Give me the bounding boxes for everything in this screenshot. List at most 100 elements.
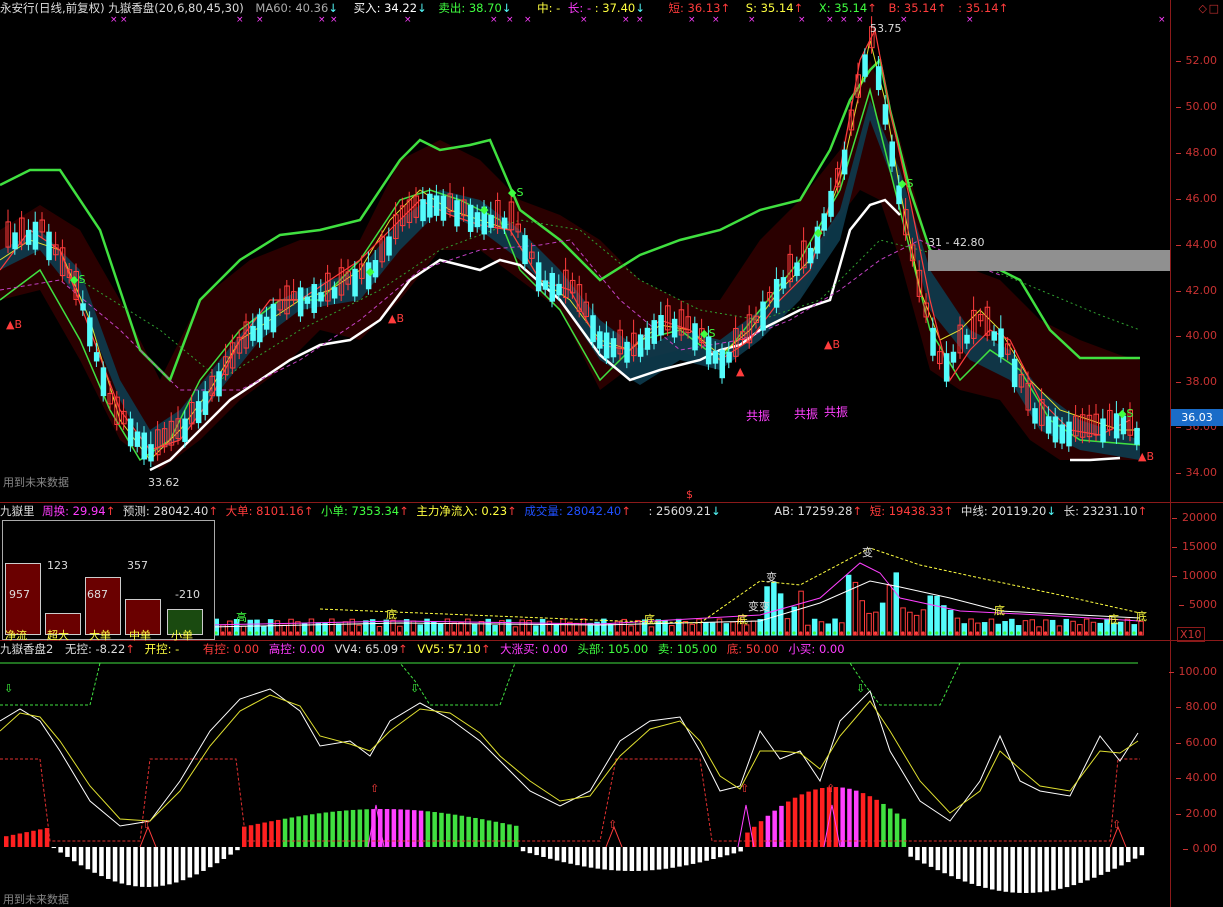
osc-bar [1078,847,1083,883]
osc-bar [561,847,567,863]
volume-bar [941,605,947,636]
volume-bar [947,609,954,636]
osc-bar [908,847,913,857]
svg-text:×: × [636,15,644,25]
osc-bar [731,847,737,854]
osc-bar [915,847,920,861]
svg-text:◆S: ◆S [1118,407,1133,420]
svg-text:⇩: ⇩ [410,682,419,695]
osc-bar [262,822,267,847]
osc-bar [901,818,907,847]
osc-bar [201,847,206,871]
osc-bar [337,811,342,847]
osc-bar [51,847,57,849]
future-data-note: 用到未来数据 [3,476,69,489]
svg-text:×: × [580,15,588,25]
osc-bar [85,847,91,870]
oscillator-chart-svg[interactable]: ⇩ ⇩ ⇩ ⇧ ⇧ ⇧ ⇧ ⇧ ⇧ [0,641,1171,907]
osc-bar [187,847,193,878]
osc-bar [813,789,818,847]
svg-text:⇩: ⇩ [856,682,865,695]
osc-bar [1098,847,1104,875]
osc-bar [221,847,227,859]
osc-bar [1003,847,1009,892]
osc-bar [629,847,635,871]
osc-bar [704,847,709,861]
osc-bar [690,847,696,864]
osc-bar [956,847,961,879]
osc-bar [1132,847,1138,859]
osc-bar [928,847,934,867]
svg-text:▲B: ▲B [388,312,404,325]
osc-bar [616,847,621,871]
volume-bar [920,609,927,636]
osc-bar [194,847,199,875]
svg-text:×: × [330,15,338,25]
osc-bar [289,817,295,847]
svg-text:×: × [318,15,326,25]
osc-bar [962,847,968,882]
svg-text:◆S: ◆S [700,327,715,340]
osc-bar [996,847,1002,891]
osc-bar [942,847,947,874]
osc-bar [575,847,580,866]
oscillator-pane[interactable]: 九嶽香盘2 无控: -8.22↑ 开控: - 有控: 0.00 高控: 0.00… [0,641,1223,907]
svg-text:×: × [506,15,514,25]
svg-text:×: × [1158,15,1166,25]
osc-bar [473,817,478,847]
osc-bar [894,813,900,847]
price-chart-svg[interactable]: 31 - 42.80 × × × × × × × × × × × × × × × × × × × × × × × ▲… [0,0,1171,502]
osc-bar [344,810,349,847]
svg-text:◆S: ◆S [898,177,913,190]
osc-bar [214,847,220,864]
osc-bar [847,788,852,847]
osc-bar [582,847,587,867]
high-price-label: 53.75 [870,22,902,35]
volume-bar [893,572,899,636]
volume-pane[interactable]: 九嶽里 周换: 29.94↑ 预测: 28042.40↑ 大单: 8101.16… [0,503,1223,642]
svg-text:⇧: ⇧ [142,818,151,831]
volume-bar [771,582,777,636]
osc-bar [548,847,553,859]
osc-bar [786,801,791,847]
osc-future-note: 用到未来数据 [3,893,69,906]
svg-text:⇧: ⇧ [740,782,749,795]
osc-bar [677,847,682,867]
osc-bar [310,814,315,847]
osc-bar [745,832,750,847]
osc-bar [1085,847,1090,881]
price-chart-pane[interactable]: 永安行(日线,前复权) 九嶽香盘(20,6,80,45,30) MA60: 40… [0,0,1223,503]
price-axis: 52.00 50.00 48.00 46.00 44.00 42.00 40.0… [1170,0,1223,502]
osc-bar [1119,847,1124,866]
osc-bar [752,826,757,847]
osc-bar [738,847,743,852]
osc-bar [922,847,927,864]
osc-bar [1092,847,1097,878]
volume-bar [798,590,804,636]
osc-bar [418,810,424,847]
band-label: 31 - 42.80 [928,236,984,249]
svg-text:▲B: ▲B [824,338,840,351]
candle [855,62,861,104]
osc-bar [554,847,560,861]
osc-bar [493,821,499,847]
osc-bar [643,847,648,871]
volume-axis: 20000 15000 10000 5000 X10 [1170,503,1223,642]
svg-text:×: × [490,15,498,25]
svg-text:×: × [840,15,848,25]
osc-bar [854,790,859,847]
svg-text:◆: ◆ [366,265,375,278]
svg-text:底: 底 [1108,612,1119,626]
svg-text:×: × [404,15,412,25]
svg-text:▲: ▲ [736,365,745,378]
osc-bar [459,815,465,847]
volume-bar [852,581,859,636]
svg-text:×: × [622,15,630,25]
osc-bar [1044,847,1049,892]
osc-bar [323,812,329,847]
osc-bar [180,847,186,881]
signal-markers: × × × × × × × × × × × × × × × × × × × × × × × [110,15,1166,25]
svg-text:⇧: ⇧ [608,818,617,831]
osc-bar [969,847,975,884]
osc-bar [724,847,730,856]
